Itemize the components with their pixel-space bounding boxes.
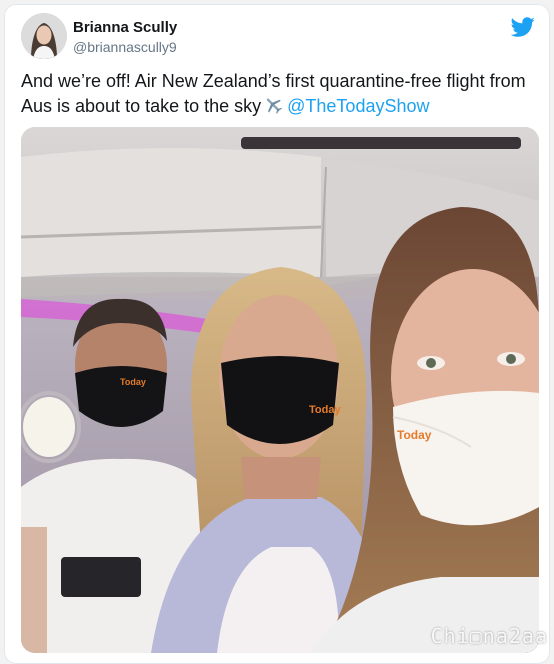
selfie-photo: Today Today Today xyxy=(21,127,539,653)
tweet-text: And we’re off! Air New Zealand’s first q… xyxy=(21,69,541,119)
avatar-photo xyxy=(21,13,67,59)
author-handle[interactable]: @briannascully9 xyxy=(73,39,177,55)
avatar[interactable] xyxy=(21,13,67,59)
twitter-bird-icon[interactable] xyxy=(511,15,535,39)
tweet-card: Brianna Scully @briannascully9 And we’re… xyxy=(4,4,550,664)
site-watermark: Chi▢na2aa xyxy=(430,624,548,648)
mention-link[interactable]: @TheTodayShow xyxy=(287,96,429,116)
mask-logo-3: Today xyxy=(397,428,432,442)
airplane-icon xyxy=(266,98,283,114)
mask-logo-1: Today xyxy=(120,377,146,387)
mask-logo-2: Today xyxy=(309,404,341,416)
tweet-photo[interactable]: Today Today Today xyxy=(21,127,539,653)
author-display-name[interactable]: Brianna Scully xyxy=(73,19,177,36)
